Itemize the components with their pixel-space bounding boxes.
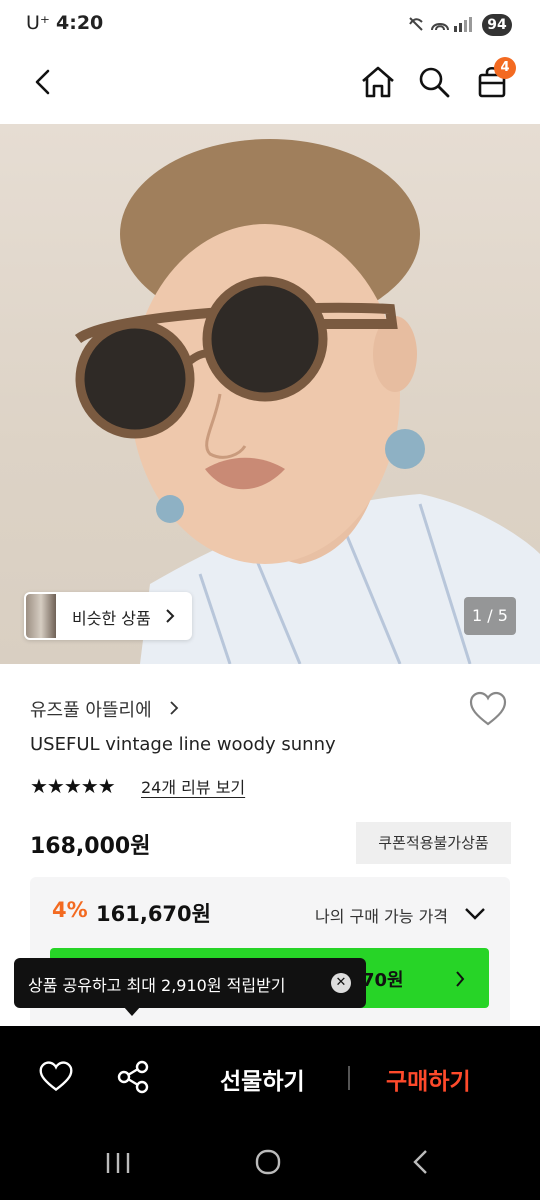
rating-stars: ★★★★★ xyxy=(30,774,116,798)
recent-apps-icon[interactable] xyxy=(104,1150,132,1176)
chevron-right-icon xyxy=(166,609,175,623)
home-icon xyxy=(362,66,394,98)
similar-products-label: 비슷한 상품 xyxy=(72,609,151,628)
status-time: 4:20 xyxy=(56,12,104,34)
cart-count-badge: 4 xyxy=(494,57,516,79)
brand-link[interactable]: 유즈풀 아뜰리에 xyxy=(30,696,152,722)
review-link[interactable]: 24개 리뷰 보기 xyxy=(141,774,245,798)
product-photo xyxy=(74,139,540,664)
share-reward-tooltip: 상품 공유하고 최대 2,910원 적립받기 ✕ xyxy=(14,958,366,1008)
battery-badge: 94 xyxy=(482,14,512,36)
brand-chevron-icon xyxy=(170,701,179,715)
share-button[interactable] xyxy=(116,1060,152,1096)
search-icon xyxy=(419,67,450,98)
share-icon xyxy=(117,1060,149,1094)
product-price: 168,000원 xyxy=(30,834,151,859)
gift-button[interactable]: 선물하기 xyxy=(220,1062,305,1096)
home-nav-icon[interactable] xyxy=(254,1148,282,1176)
similar-product-thumbnail xyxy=(26,594,56,638)
tooltip-tail xyxy=(123,1006,141,1016)
wishlist-button[interactable] xyxy=(468,690,510,732)
bottom-wishlist-button[interactable] xyxy=(38,1060,78,1096)
carrier-label: U⁺ xyxy=(26,12,50,34)
banner-chevron-icon xyxy=(456,971,465,987)
search-button[interactable] xyxy=(410,58,458,106)
heart-outline-icon xyxy=(39,1061,73,1092)
action-divider xyxy=(348,1066,350,1090)
product-image[interactable] xyxy=(0,124,540,664)
back-button[interactable] xyxy=(20,58,68,106)
tooltip-close-icon[interactable]: ✕ xyxy=(331,973,351,993)
buy-button[interactable]: 구매하기 xyxy=(386,1062,471,1096)
coupon-unavailable-badge: 쿠폰적용불가상품 xyxy=(356,822,511,864)
discount-price: 161,670원 xyxy=(96,902,211,926)
discount-rate: 4% xyxy=(52,898,88,922)
similar-products-button[interactable]: 비슷한 상품 xyxy=(24,592,192,640)
chevron-left-icon xyxy=(35,69,50,95)
heart-icon xyxy=(469,691,507,726)
home-button[interactable] xyxy=(354,58,402,106)
signal-icon xyxy=(409,17,472,32)
product-name: USEFUL vintage line woody sunny xyxy=(30,734,336,755)
my-price-toggle[interactable]: 나의 구매 가능 가격 xyxy=(315,903,448,927)
image-counter: 1 / 5 xyxy=(464,597,516,635)
status-icons xyxy=(408,14,474,38)
chevron-down-icon[interactable] xyxy=(464,905,486,921)
status-bar: U⁺ 4:20 94 xyxy=(0,0,540,50)
back-nav-icon[interactable] xyxy=(410,1148,432,1176)
tooltip-text: 상품 공유하고 최대 2,910원 적립받기 xyxy=(28,976,286,995)
system-nav-bar xyxy=(0,1130,540,1200)
coupon-banner-text: 70원 xyxy=(362,970,404,991)
